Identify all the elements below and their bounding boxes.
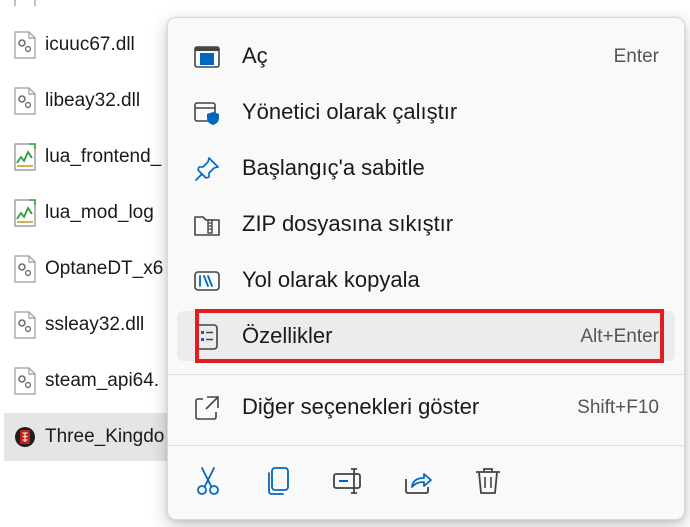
game-exe-icon <box>15 427 35 447</box>
menu-item-label: Diğer seçenekleri göster <box>242 394 480 419</box>
delete-icon <box>476 468 500 494</box>
dll-file-icon <box>14 0 36 6</box>
menu-item-shortcut: Shift+F10 <box>577 397 659 418</box>
rename-icon <box>333 468 361 494</box>
menu-item-label: Yol olarak kopyala <box>242 267 420 292</box>
menu-item-pin-to-start[interactable]: Başlangıç'a sabitle <box>177 143 675 193</box>
delete-button[interactable] <box>470 461 506 501</box>
menu-item-copy-as-path[interactable]: Yol olarak kopyala <box>177 255 675 305</box>
dll-file-icon <box>14 31 36 59</box>
copy-icon <box>268 467 289 495</box>
copy-button[interactable] <box>260 461 296 501</box>
log-file-icon <box>14 143 36 171</box>
menu-separator <box>168 374 684 375</box>
context-menu: Aç Enter Yönetici olarak çalıştır Başlan… <box>167 17 685 520</box>
log-file-icon <box>14 199 36 227</box>
menu-separator <box>168 445 684 446</box>
properties-icon <box>196 324 218 350</box>
file-name: lua_mod_log <box>45 202 154 223</box>
rename-button[interactable] <box>330 461 366 501</box>
dll-file-icon <box>14 87 36 115</box>
file-name: steam_api64. <box>45 370 160 391</box>
menu-item-label: Aç <box>242 43 268 68</box>
dll-file-icon <box>14 367 36 395</box>
file-name: ssleay32.dll <box>45 314 145 335</box>
menu-item-shortcut: Alt+Enter <box>580 326 659 347</box>
menu-item-label: Yönetici olarak çalıştır <box>242 99 458 124</box>
menu-item-show-more-options[interactable]: Diğer seçenekleri göster Shift+F10 <box>177 382 675 432</box>
share-button[interactable] <box>400 461 436 501</box>
menu-item-compress-zip[interactable]: ZIP dosyasına sıkıştır <box>177 199 675 249</box>
menu-item-label: Başlangıç'a sabitle <box>242 155 425 180</box>
open-icon <box>194 46 220 68</box>
file-name: lua_frontend_ <box>45 146 162 167</box>
menu-item-shortcut: Enter <box>613 46 659 67</box>
menu-item-properties[interactable]: Özellikler Alt+Enter <box>177 311 675 361</box>
run-as-admin-icon <box>194 102 219 125</box>
zip-folder-icon <box>194 216 220 236</box>
pin-icon <box>195 157 219 181</box>
more-options-icon <box>195 396 219 420</box>
file-name: icuuc67.dll <box>45 34 135 55</box>
dll-file-icon <box>14 255 36 283</box>
share-icon <box>405 473 432 494</box>
menu-item-open[interactable]: Aç Enter <box>177 31 675 81</box>
cut-button[interactable] <box>190 461 226 501</box>
copy-path-icon <box>194 271 220 291</box>
cut-icon <box>197 467 219 495</box>
file-name: libeay32.dll <box>45 90 141 111</box>
file-name: OptaneDT_x6 <box>45 258 164 279</box>
file-name: Three_Kingdo <box>45 426 165 447</box>
dll-file-icon <box>14 311 36 339</box>
menu-item-run-as-admin[interactable]: Yönetici olarak çalıştır <box>177 87 675 137</box>
menu-item-label: Özellikler <box>242 323 333 348</box>
menu-item-label: ZIP dosyasına sıkıştır <box>242 211 454 236</box>
